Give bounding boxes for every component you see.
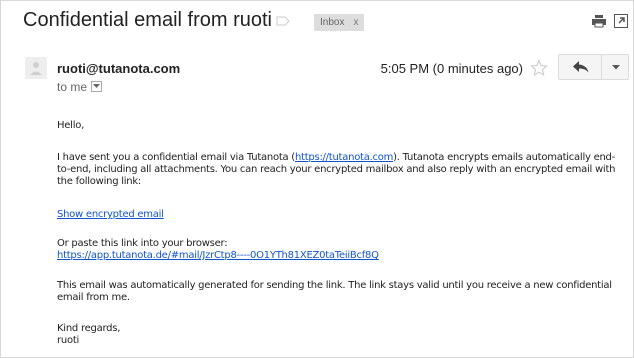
- show-encrypted-email-link[interactable]: Show encrypted email: [57, 209, 164, 220]
- caret-down-icon: [612, 65, 620, 70]
- closing-text: Kind regards,: [57, 323, 121, 334]
- intro-text-start: I have sent you a confidential email via…: [57, 152, 295, 163]
- auto-generated-notice: This email was automatically generated f…: [57, 280, 612, 303]
- paste-link-paragraph: Or paste this link into your browser: htt…: [57, 238, 379, 262]
- sender-email[interactable]: ruoti@tutanota.com: [57, 61, 180, 76]
- default-avatar-icon: [30, 62, 42, 75]
- reply-arrow-icon: [573, 61, 589, 73]
- more-actions-button[interactable]: [601, 54, 629, 80]
- encrypted-mail-url-link[interactable]: https://app.tutanota.de/#mail/JzrCtp8---…: [57, 250, 379, 261]
- inbox-label-chip[interactable]: Inbox x: [314, 14, 365, 31]
- recipient-text: to me: [57, 80, 88, 94]
- star-outline-icon[interactable]: [530, 59, 548, 77]
- greeting-text: Hello,: [57, 120, 85, 131]
- reply-button[interactable]: [558, 54, 602, 80]
- recipient-details-dropdown[interactable]: [91, 81, 103, 92]
- signature-block: Kind regards, ruoti: [57, 323, 120, 347]
- label-outline-icon[interactable]: [276, 16, 290, 26]
- show-link-paragraph: Show encrypted email: [57, 209, 164, 221]
- tutanota-link[interactable]: https://tutanota.com: [295, 152, 393, 163]
- printer-icon[interactable]: [592, 14, 606, 28]
- email-subject: Confidential email from ruoti: [23, 9, 272, 31]
- signature-name: ruoti: [57, 335, 80, 346]
- caret-down-icon: [93, 84, 101, 88]
- inbox-label-text: Inbox: [320, 17, 345, 28]
- email-message-view: Confidential email from ruoti Inbox x ruo…: [0, 0, 634, 358]
- recipient-line: to me: [57, 80, 103, 94]
- message-timestamp: 5:05 PM (0 minutes ago): [380, 61, 523, 76]
- intro-paragraph: I have sent you a confidential email via…: [57, 152, 617, 188]
- open-in-new-window-icon[interactable]: [614, 14, 628, 28]
- remove-label-button[interactable]: x: [353, 17, 358, 28]
- paste-instruction-text: Or paste this link into your browser:: [57, 238, 228, 249]
- sender-avatar: [25, 57, 47, 79]
